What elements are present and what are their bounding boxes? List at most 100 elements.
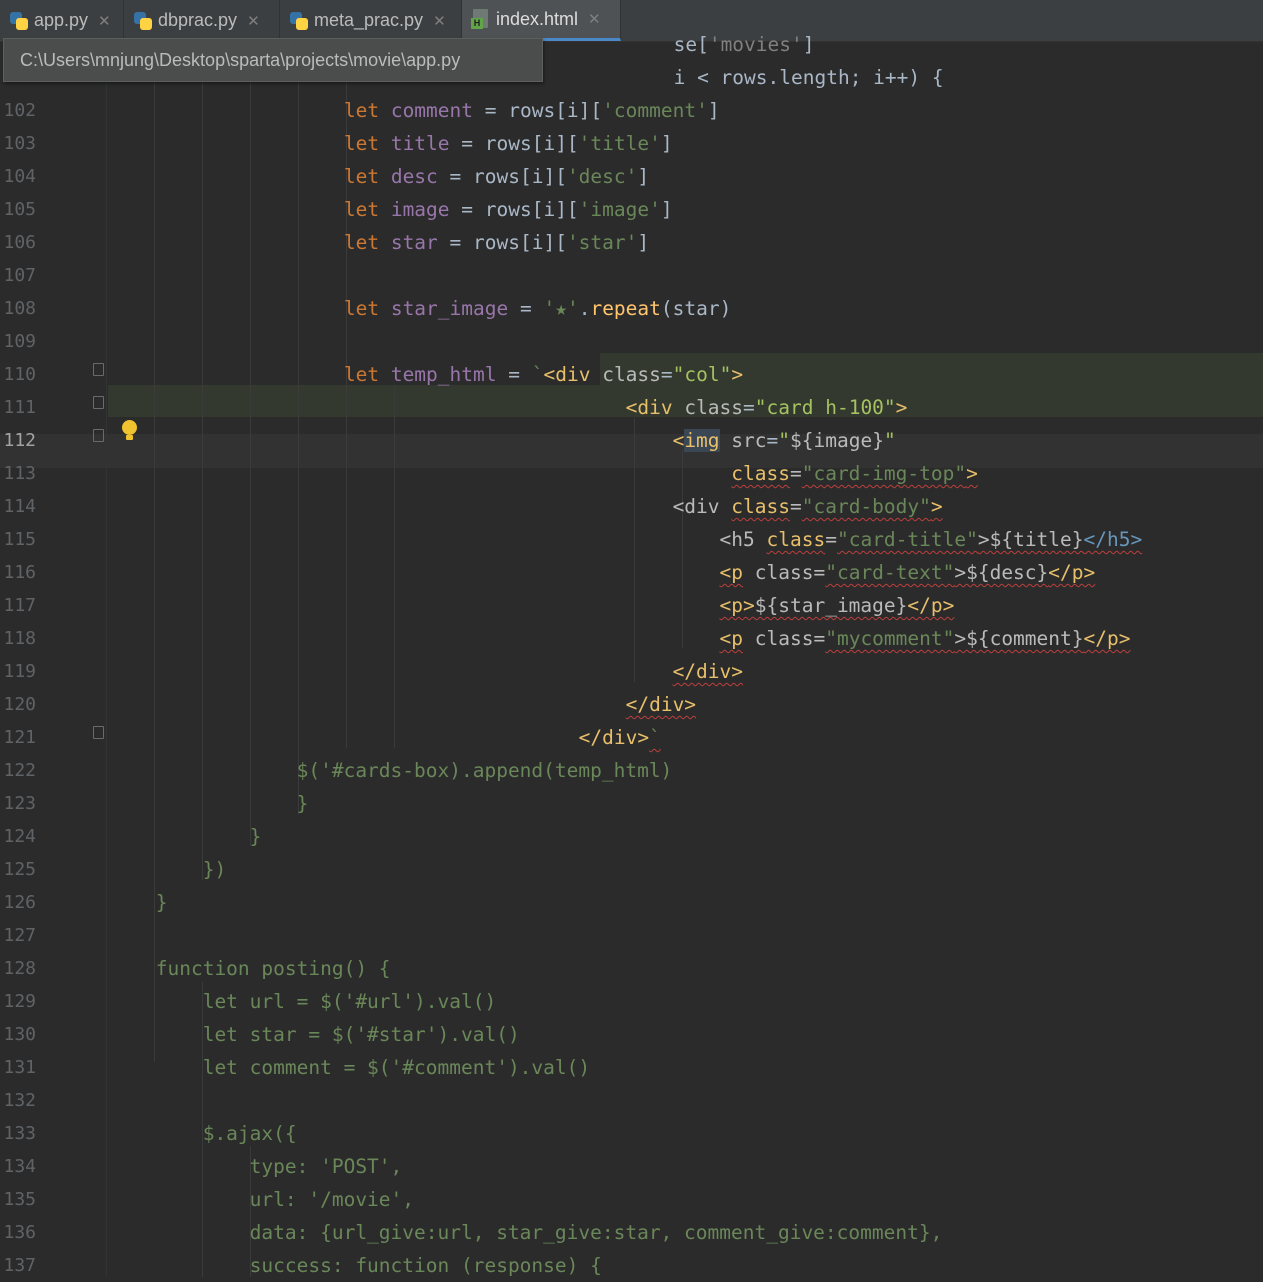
- code-line[interactable]: 114 <div class="card-body">: [0, 490, 1263, 523]
- code-text: let comment = $('#comment').val(): [144, 1056, 591, 1079]
- code-line[interactable]: 122 $('#cards-box).append(temp_html): [0, 754, 1263, 787]
- code-line[interactable]: 125 }): [0, 853, 1263, 886]
- code-text: <h5 class="card-title">${title}</h5>: [719, 528, 1143, 551]
- line-number: 130: [3, 1024, 36, 1045]
- line-number: 120: [3, 694, 36, 715]
- code-line[interactable]: 126 }: [0, 886, 1263, 919]
- code-line[interactable]: 124 }: [0, 820, 1263, 853]
- code-text: function posting() {: [144, 957, 391, 980]
- line-number: 127: [3, 925, 36, 946]
- code-text: }): [144, 858, 227, 881]
- tab-label: index.html: [496, 8, 579, 29]
- line-number: 111: [3, 397, 36, 418]
- line-number: 126: [3, 892, 36, 913]
- line-number: 109: [3, 331, 36, 352]
- code-text: let star = $('#star').val(): [144, 1023, 520, 1046]
- line-number: 112: [3, 430, 36, 451]
- line-number: 137: [3, 1255, 36, 1276]
- code-line[interactable]: 128 function posting() {: [0, 952, 1263, 985]
- line-number: 129: [3, 991, 36, 1012]
- code-line[interactable]: 131 let comment = $('#comment').val(): [0, 1051, 1263, 1084]
- close-icon[interactable]: ✕: [247, 12, 260, 30]
- code-line[interactable]: 107: [0, 259, 1263, 292]
- code-line[interactable]: 117 <p>${star_image}</p>: [0, 589, 1263, 622]
- code-line[interactable]: 133 $.ajax({: [0, 1117, 1263, 1150]
- code-text: url: '/movie',: [144, 1188, 415, 1211]
- code-text: <div class="card-body">: [672, 495, 943, 518]
- code-line[interactable]: 110 let temp_html = `<div class="col">: [0, 358, 1263, 391]
- code-text: let comment = rows[i]['comment']: [343, 99, 720, 122]
- line-number: 121: [3, 727, 36, 748]
- line-number: 133: [3, 1123, 36, 1144]
- code-line[interactable]: 113 class="card-img-top">: [0, 457, 1263, 490]
- line-number: 128: [3, 958, 36, 979]
- close-icon[interactable]: ✕: [433, 12, 446, 30]
- line-number: 115: [3, 529, 36, 550]
- line-number: 114: [3, 496, 36, 517]
- code-text: $('#cards-box).append(temp_html): [144, 759, 673, 782]
- code-line[interactable]: 123 }: [0, 787, 1263, 820]
- code-line[interactable]: 136 data: {url_give:url, star_give:star,…: [0, 1216, 1263, 1249]
- line-number: 116: [3, 562, 36, 583]
- file-path-tooltip: C:\Users\mnjung\Desktop\sparta\projects\…: [3, 38, 543, 82]
- code-text: let star_image = '★'.repeat(star): [343, 297, 732, 320]
- code-line[interactable]: 118 <p class="mycomment">${comment}</p>: [0, 622, 1263, 655]
- code-line[interactable]: 137 success: function (response) {: [0, 1249, 1263, 1282]
- code-text: <p>${star_image}</p>: [719, 594, 955, 617]
- code-line[interactable]: 135 url: '/movie',: [0, 1183, 1263, 1216]
- code-text: <p class="mycomment">${comment}</p>: [719, 627, 1131, 650]
- code-line[interactable]: 103 let title = rows[i]['title']: [0, 127, 1263, 160]
- line-number: 110: [3, 364, 36, 385]
- code-text: <img src="${image}": [672, 429, 896, 452]
- code-line[interactable]: 102 let comment = rows[i]['comment']: [0, 94, 1263, 127]
- code-line[interactable]: 111 <div class="card h-100">: [0, 391, 1263, 424]
- code-line[interactable]: 121 </div>`: [0, 721, 1263, 754]
- code-editor[interactable]: se['movies'] i < rows.length; i++) {102 …: [0, 33, 1263, 1277]
- code-text: let temp_html = `<div class="col">: [343, 363, 744, 386]
- code-text: }: [144, 792, 309, 815]
- line-number: 135: [3, 1189, 36, 1210]
- code-line[interactable]: 112 <img src="${image}": [0, 424, 1263, 457]
- line-number: 103: [3, 133, 36, 154]
- code-text: success: function (response) {: [144, 1254, 602, 1277]
- code-line[interactable]: 120 </div>: [0, 688, 1263, 721]
- line-number: 118: [3, 628, 36, 649]
- code-line[interactable]: 106 let star = rows[i]['star']: [0, 226, 1263, 259]
- line-number: 125: [3, 859, 36, 880]
- code-line[interactable]: 119 </div>: [0, 655, 1263, 688]
- close-icon[interactable]: ✕: [98, 12, 111, 30]
- code-text: let star = rows[i]['star']: [343, 231, 650, 254]
- line-number: 136: [3, 1222, 36, 1243]
- code-line[interactable]: 134 type: 'POST',: [0, 1150, 1263, 1183]
- code-line[interactable]: 132: [0, 1084, 1263, 1117]
- code-text: <p class="card-text">${desc}</p>: [719, 561, 1096, 584]
- close-icon[interactable]: ✕: [588, 10, 601, 28]
- line-number: 108: [3, 298, 36, 319]
- line-number: 104: [3, 166, 36, 187]
- code-line[interactable]: 104 let desc = rows[i]['desc']: [0, 160, 1263, 193]
- code-text: data: {url_give:url, star_give:star, com…: [144, 1221, 943, 1244]
- code-line[interactable]: 130 let star = $('#star').val(): [0, 1018, 1263, 1051]
- line-number: 122: [3, 760, 36, 781]
- line-number: 132: [3, 1090, 36, 1111]
- code-line[interactable]: 127: [0, 919, 1263, 952]
- code-line[interactable]: 116 <p class="card-text">${desc}</p>: [0, 556, 1263, 589]
- html-file-icon: H: [470, 8, 492, 30]
- code-text: $.ajax({: [144, 1122, 297, 1145]
- code-line[interactable]: 129 let url = $('#url').val(): [0, 985, 1263, 1018]
- code-text: class="card-img-top">: [731, 462, 978, 485]
- code-text: let desc = rows[i]['desc']: [343, 165, 650, 188]
- code-line[interactable]: 108 let star_image = '★'.repeat(star): [0, 292, 1263, 325]
- code-text: </div>: [625, 693, 697, 716]
- line-number: 131: [3, 1057, 36, 1078]
- line-number: 134: [3, 1156, 36, 1177]
- code-text: </div>`: [578, 726, 661, 749]
- code-line[interactable]: 109: [0, 325, 1263, 358]
- code-text: }: [144, 891, 168, 914]
- line-number: 105: [3, 199, 36, 220]
- code-line[interactable]: 115 <h5 class="card-title">${title}</h5>: [0, 523, 1263, 556]
- line-number: 123: [3, 793, 36, 814]
- code-line[interactable]: 105 let image = rows[i]['image']: [0, 193, 1263, 226]
- code-text: let url = $('#url').val(): [144, 990, 497, 1013]
- line-number: 107: [3, 265, 36, 286]
